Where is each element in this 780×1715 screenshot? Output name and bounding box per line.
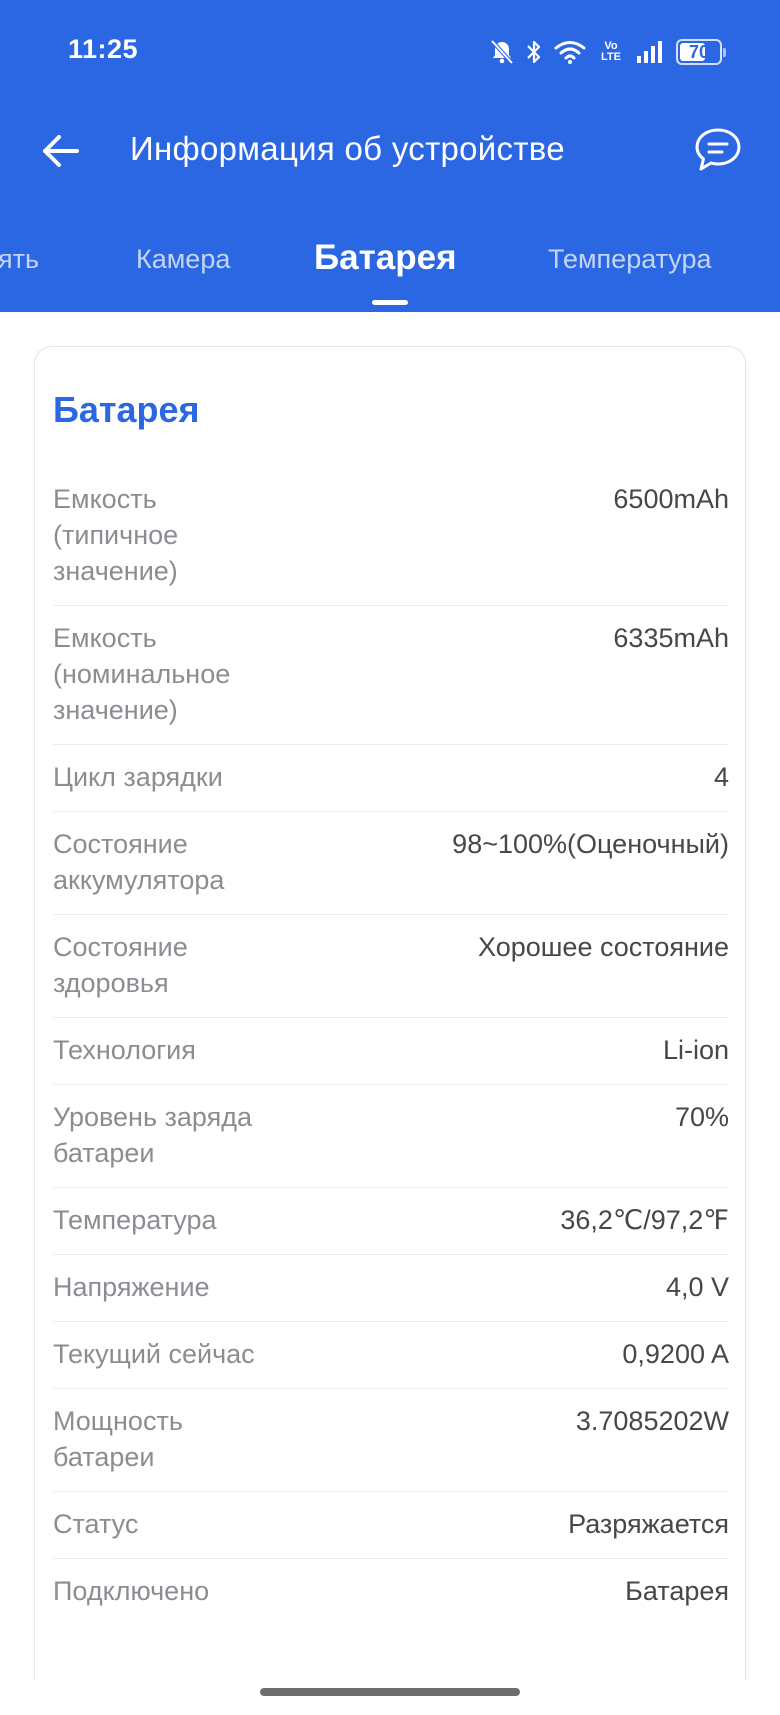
info-row-label: Состояние аккумулятора [53, 829, 225, 895]
info-row-value: 6335mAh [613, 623, 729, 653]
info-row-value: 98~100%(Оценочный) [452, 829, 729, 859]
info-row-label: Емкость (типичное значение) [53, 484, 179, 586]
page-title: Информация об устройстве [130, 130, 565, 167]
info-row-value: 4 [713, 762, 729, 792]
arrow-left-icon [41, 133, 81, 174]
info-row: Емкость (номинальное значение) 6335mAh [53, 606, 729, 745]
info-row-label: Состояние здоровья [53, 932, 188, 998]
info-row-label: Технология [53, 1035, 196, 1065]
info-row-label: Емкость (номинальное значение) [53, 623, 231, 725]
status-bar: 11:25 Vo LTE 70 [0, 0, 780, 104]
tab-memory[interactable]: ять [0, 244, 39, 275]
info-row-value: Li-ion [662, 1035, 729, 1065]
info-list: Емкость (типичное значение) 6500mAh Емкост… [53, 467, 729, 1625]
info-row: Емкость (типичное значение) 6500mAh [53, 467, 729, 606]
info-row: Напряжение 4,0 V [53, 1255, 729, 1322]
info-row-label: Цикл зарядки [53, 762, 223, 792]
back-button[interactable] [36, 128, 86, 178]
info-row-label: Уровень заряда батареи [53, 1102, 253, 1168]
status-time: 11:25 [68, 34, 139, 64]
info-row-value: 4,0 V [665, 1272, 729, 1302]
info-row-value: Разряжается [568, 1509, 729, 1539]
info-row-label: Подключено [53, 1576, 210, 1606]
tab-camera[interactable]: Камера [136, 244, 230, 275]
bell-muted-icon [490, 39, 514, 65]
info-row: Технология Li-ion [53, 1018, 729, 1085]
battery-icon: 70 [676, 39, 726, 65]
info-row-value: 6500mAh [613, 484, 729, 514]
info-row-label: Статус [53, 1509, 139, 1539]
wifi-icon [554, 40, 586, 64]
info-row: Мощность батареи 3.7085202W [53, 1389, 729, 1492]
app-bar: Информация об устройстве [0, 104, 780, 200]
info-row: Текущий сейчас 0,9200 A [53, 1322, 729, 1389]
info-row: Уровень заряда батареи 70% [53, 1085, 729, 1188]
tab-indicator [372, 300, 408, 305]
info-row-value: Хорошее состояние [478, 932, 729, 962]
bluetooth-icon [526, 39, 542, 65]
info-row-label: Температура [53, 1205, 217, 1235]
volte-icon: Vo LTE [601, 40, 621, 63]
info-row-value: 36,2℃/97,2℉ [560, 1205, 729, 1235]
info-row: Состояние здоровья Хорошее состояние [53, 915, 729, 1018]
info-row: Подключено Батарея [53, 1559, 729, 1625]
info-row: Температура 36,2℃/97,2℉ [53, 1188, 729, 1255]
home-indicator[interactable] [260, 1688, 520, 1696]
info-row-value: 3.7085202W [575, 1406, 729, 1436]
info-row: Статус Разряжается [53, 1492, 729, 1559]
feedback-button[interactable] [690, 124, 746, 180]
tab-temperature[interactable]: Температура [548, 244, 712, 275]
info-row-label: Мощность батареи [53, 1406, 183, 1472]
battery-info-card: Батарея Емкость (типичное значение) 6500m… [34, 346, 746, 1680]
tab-battery[interactable]: Батарея [314, 238, 457, 278]
info-row-label: Текущий сейчас [53, 1339, 255, 1369]
battery-percent: 70 [688, 41, 710, 62]
chat-bubble-icon [694, 127, 742, 178]
signal-icon [636, 40, 664, 64]
info-row-value: 0,9200 A [622, 1339, 729, 1369]
card-title: Батарея [53, 389, 200, 430]
info-row-value: 70% [674, 1102, 729, 1132]
info-row-label: Напряжение [53, 1272, 210, 1302]
info-row: Цикл зарядки 4 [53, 745, 729, 812]
status-icons: Vo LTE 70 [490, 36, 726, 68]
tab-bar: ять Камера Батарея Температура [0, 230, 780, 312]
content-area[interactable]: Батарея Емкость (типичное значение) 6500m… [0, 312, 780, 1680]
info-row-value: Батарея [625, 1576, 729, 1606]
info-row: Состояние аккумулятора 98~100%(Оценочный) [53, 812, 729, 915]
header: 11:25 Vo LTE 70 Информация об устройстве… [0, 0, 780, 312]
